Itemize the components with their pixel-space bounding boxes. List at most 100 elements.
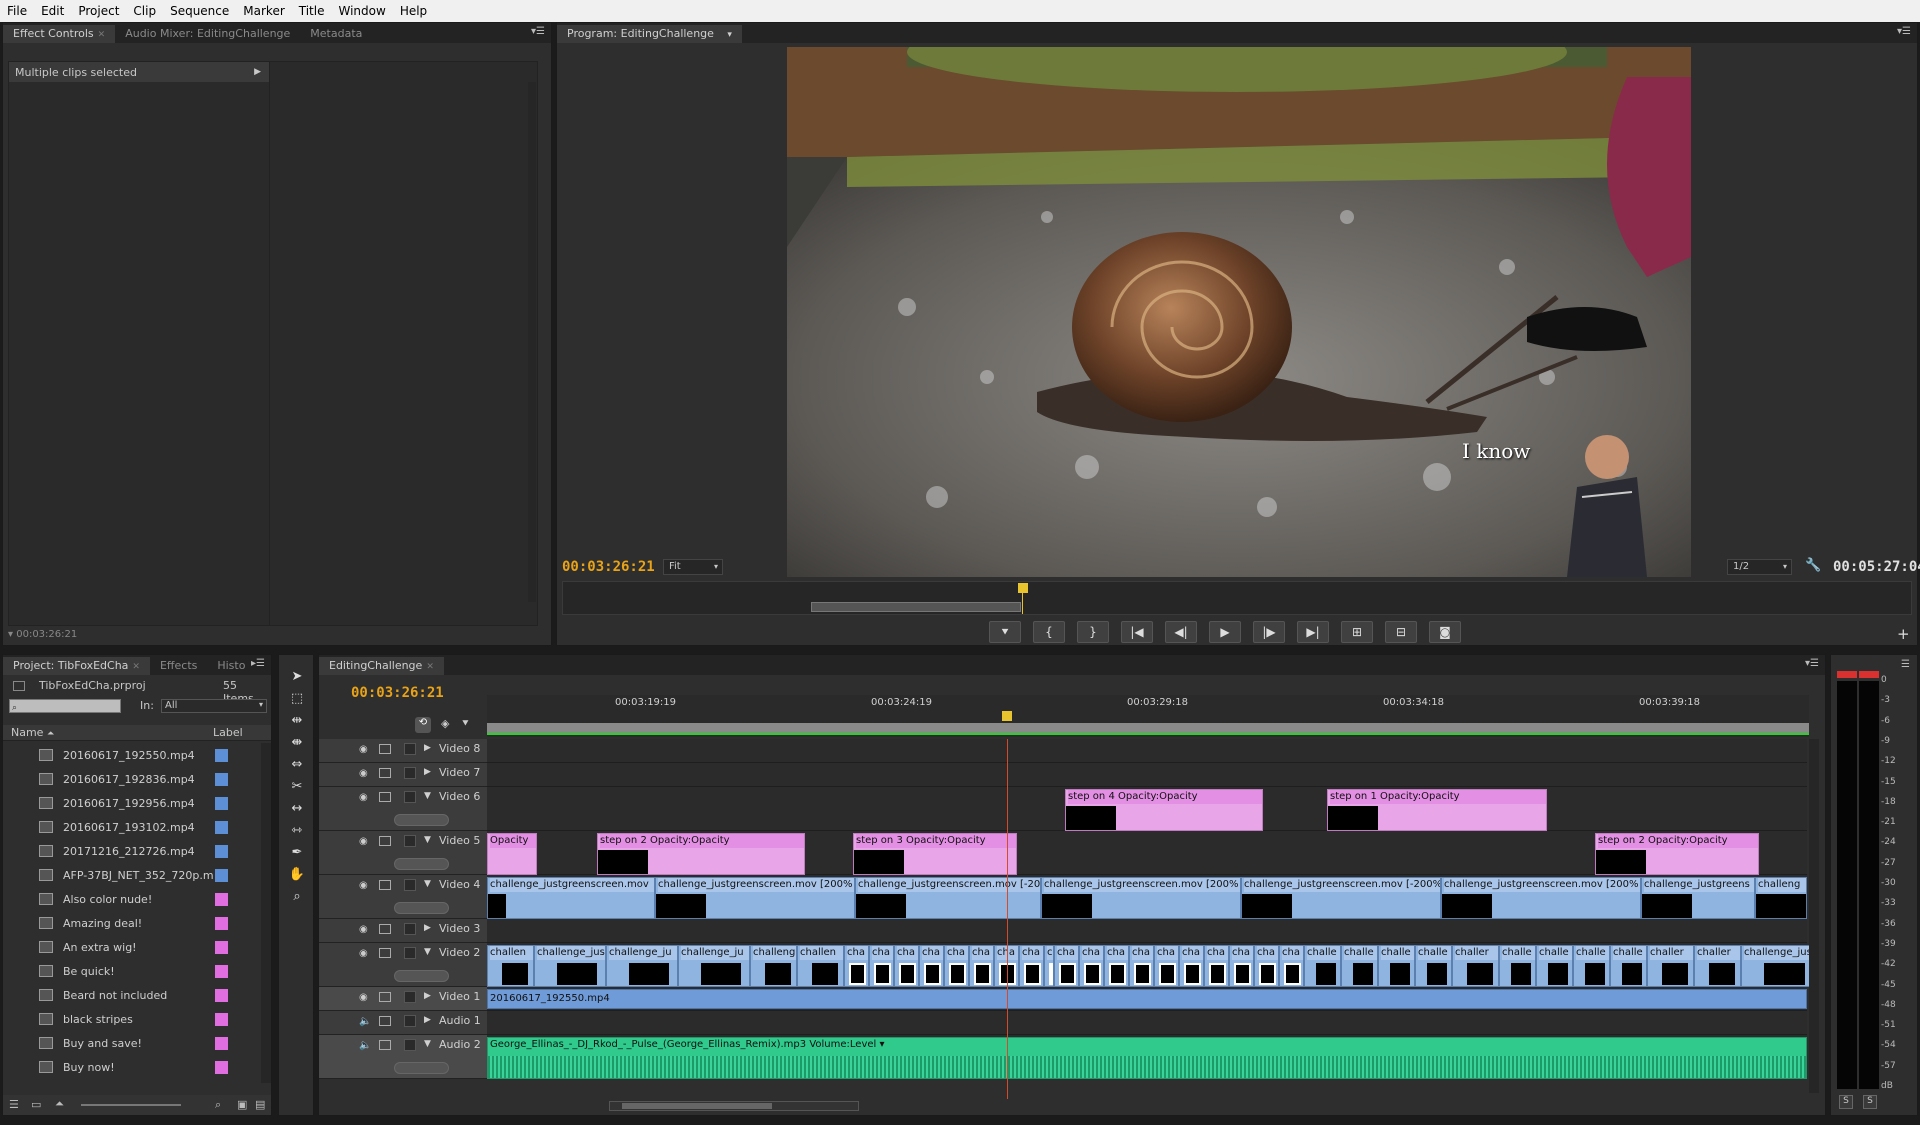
- clip-video[interactable]: cha: [1229, 945, 1254, 987]
- clip-video[interactable]: challenge_ju: [606, 945, 678, 987]
- new-bin-icon[interactable]: ▣: [237, 1098, 247, 1111]
- list-item[interactable]: 20160617_192836.mp4: [3, 767, 261, 791]
- mark-out-button[interactable]: }: [1077, 621, 1109, 643]
- play-button[interactable]: ▶: [1209, 621, 1241, 643]
- eye-icon[interactable]: ◉: [359, 792, 368, 803]
- list-item[interactable]: 20171216_212726.mp4: [3, 839, 261, 863]
- label-swatch[interactable]: [215, 1061, 228, 1074]
- marker-icon[interactable]: ⯆: [461, 717, 470, 731]
- tab-program[interactable]: Program: EditingChallenge ▾: [557, 25, 742, 43]
- keyframe-nav-control[interactable]: [394, 970, 449, 982]
- clip-title[interactable]: Opacity: [487, 833, 537, 875]
- label-swatch[interactable]: [215, 965, 228, 978]
- keyframe-nav-control[interactable]: [394, 814, 449, 826]
- lock-toggle[interactable]: [404, 791, 416, 803]
- menu-file[interactable]: File: [0, 4, 34, 18]
- play-triangle-icon[interactable]: ▶: [254, 67, 261, 77]
- clip-video[interactable]: cha: [1104, 945, 1129, 987]
- menu-clip[interactable]: Clip: [126, 4, 163, 18]
- clip-video[interactable]: cha: [919, 945, 944, 987]
- chevron-down-icon[interactable]: ▾: [727, 30, 732, 40]
- sync-lock-icon[interactable]: [379, 836, 391, 846]
- sync-lock-icon[interactable]: [379, 992, 391, 1002]
- hand-tool-icon[interactable]: ✋: [287, 867, 307, 885]
- clip-video[interactable]: challenge_justgre: [1741, 945, 1809, 987]
- track-header-video5[interactable]: ◉ ▼ Video 5: [319, 831, 487, 875]
- column-name[interactable]: Name ⏶: [11, 726, 54, 739]
- menu-project[interactable]: Project: [71, 4, 126, 18]
- clip-video[interactable]: challe: [1378, 945, 1415, 987]
- close-icon[interactable]: ✕: [98, 30, 106, 40]
- clip-video[interactable]: cha: [1154, 945, 1179, 987]
- panel-menu-icon[interactable]: ▾☰: [1897, 26, 1911, 37]
- list-item[interactable]: 20160617_192956.mp4: [3, 791, 261, 815]
- label-swatch[interactable]: [215, 797, 228, 810]
- lock-toggle[interactable]: [404, 1015, 416, 1027]
- eye-icon[interactable]: ◉: [359, 948, 368, 959]
- zoom-tool-icon[interactable]: ⌕: [287, 889, 307, 907]
- export-frame-button[interactable]: ◙: [1429, 621, 1461, 643]
- eye-icon[interactable]: ◉: [359, 992, 368, 1003]
- eye-icon[interactable]: ◉: [359, 836, 368, 847]
- label-swatch[interactable]: [215, 1037, 228, 1050]
- panel-menu-icon[interactable]: ▾☰: [531, 26, 545, 37]
- keyframe-nav-control[interactable]: [394, 858, 449, 870]
- clip-video[interactable]: challe: [1415, 945, 1452, 987]
- tab-project[interactable]: Project: TibFoxEdCha ✕: [3, 657, 150, 675]
- collapse-triangle-icon[interactable]: ▼: [424, 791, 431, 801]
- label-swatch[interactable]: [215, 845, 228, 858]
- clip-video[interactable]: challe: [1499, 945, 1536, 987]
- clip-title[interactable]: step on 1 Opacity:Opacity: [1327, 789, 1547, 831]
- timeline-timecode[interactable]: 00:03:26:21: [351, 685, 444, 701]
- rolling-edit-tool-icon[interactable]: ⇼: [287, 735, 307, 753]
- search-input[interactable]: ⌕: [9, 699, 121, 713]
- collapse-triangle-icon[interactable]: ▼: [424, 835, 431, 845]
- clip-title[interactable]: step on 4 Opacity:Opacity: [1065, 789, 1263, 831]
- sync-lock-icon[interactable]: [379, 1016, 391, 1026]
- meter-menu-icon[interactable]: ☰: [1901, 659, 1910, 670]
- expand-triangle-icon[interactable]: ▶: [424, 923, 431, 933]
- label-swatch[interactable]: [215, 941, 228, 954]
- lift-button[interactable]: ⊞: [1341, 621, 1373, 643]
- lane-video6[interactable]: step on 4 Opacity:Opacity step on 1 Opac…: [487, 787, 1807, 831]
- list-item[interactable]: AFP-37BJ_NET_352_720p.m: [3, 863, 261, 887]
- clip-video[interactable]: challenge_ju: [678, 945, 750, 987]
- sync-lock-icon[interactable]: [379, 744, 391, 754]
- lane-video7[interactable]: [487, 763, 1807, 787]
- keyframe-nav-control[interactable]: [394, 1062, 449, 1074]
- lane-video3[interactable]: [487, 919, 1807, 943]
- collapse-triangle-icon[interactable]: ▼: [424, 879, 431, 889]
- clip-video[interactable]: challenge_justgreens: [1641, 877, 1755, 919]
- clip-video[interactable]: challer: [1694, 945, 1741, 987]
- expand-triangle-icon[interactable]: ▶: [424, 1015, 431, 1025]
- speaker-icon[interactable]: 🔈: [359, 1040, 371, 1051]
- timeline-ruler[interactable]: 00:03:19:19 00:03:24:19 00:03:29:18 00:0…: [487, 695, 1809, 737]
- find-icon[interactable]: ⌕: [215, 1098, 221, 1112]
- label-swatch[interactable]: [215, 917, 228, 930]
- eye-icon[interactable]: ◉: [359, 924, 368, 935]
- panel-menu-icon[interactable]: ▸☰: [251, 658, 265, 669]
- track-header-video3[interactable]: ◉ ▶ Video 3: [319, 919, 487, 943]
- list-item[interactable]: 20160617_192550.mp4: [3, 743, 261, 767]
- close-icon[interactable]: ✕: [426, 662, 434, 672]
- add-button-icon[interactable]: +: [1897, 625, 1910, 643]
- list-view-icon[interactable]: ☰: [9, 1098, 19, 1111]
- playhead-marker[interactable]: [1018, 583, 1028, 593]
- sync-lock-icon[interactable]: [379, 1040, 391, 1050]
- list-item[interactable]: 20160617_193102.mp4: [3, 815, 261, 839]
- panel-menu-icon[interactable]: ▾☰: [1805, 658, 1819, 669]
- icon-view-icon[interactable]: ▭: [31, 1098, 41, 1111]
- clip-video[interactable]: challe: [1341, 945, 1378, 987]
- tab-metadata[interactable]: Metadata: [300, 25, 372, 43]
- lane-video2[interactable]: challen challenge_jus challenge_ju challeng…: [487, 943, 1809, 987]
- selection-tool-icon[interactable]: ➤: [287, 669, 307, 687]
- track-header-audio1[interactable]: 🔈 ▶ Audio 1: [319, 1011, 487, 1035]
- lock-toggle[interactable]: [404, 743, 416, 755]
- column-label[interactable]: Label: [213, 726, 243, 739]
- clip-video[interactable]: challenge_justgreenscreen.mov [200%: [1441, 877, 1641, 919]
- rate-stretch-tool-icon[interactable]: ⇔: [287, 757, 307, 775]
- tab-effects[interactable]: Effects: [150, 657, 207, 675]
- razor-tool-icon[interactable]: ✂: [287, 779, 307, 797]
- trash-icon[interactable]: ▤: [255, 1098, 265, 1111]
- solo-button-left[interactable]: S: [1839, 1095, 1853, 1109]
